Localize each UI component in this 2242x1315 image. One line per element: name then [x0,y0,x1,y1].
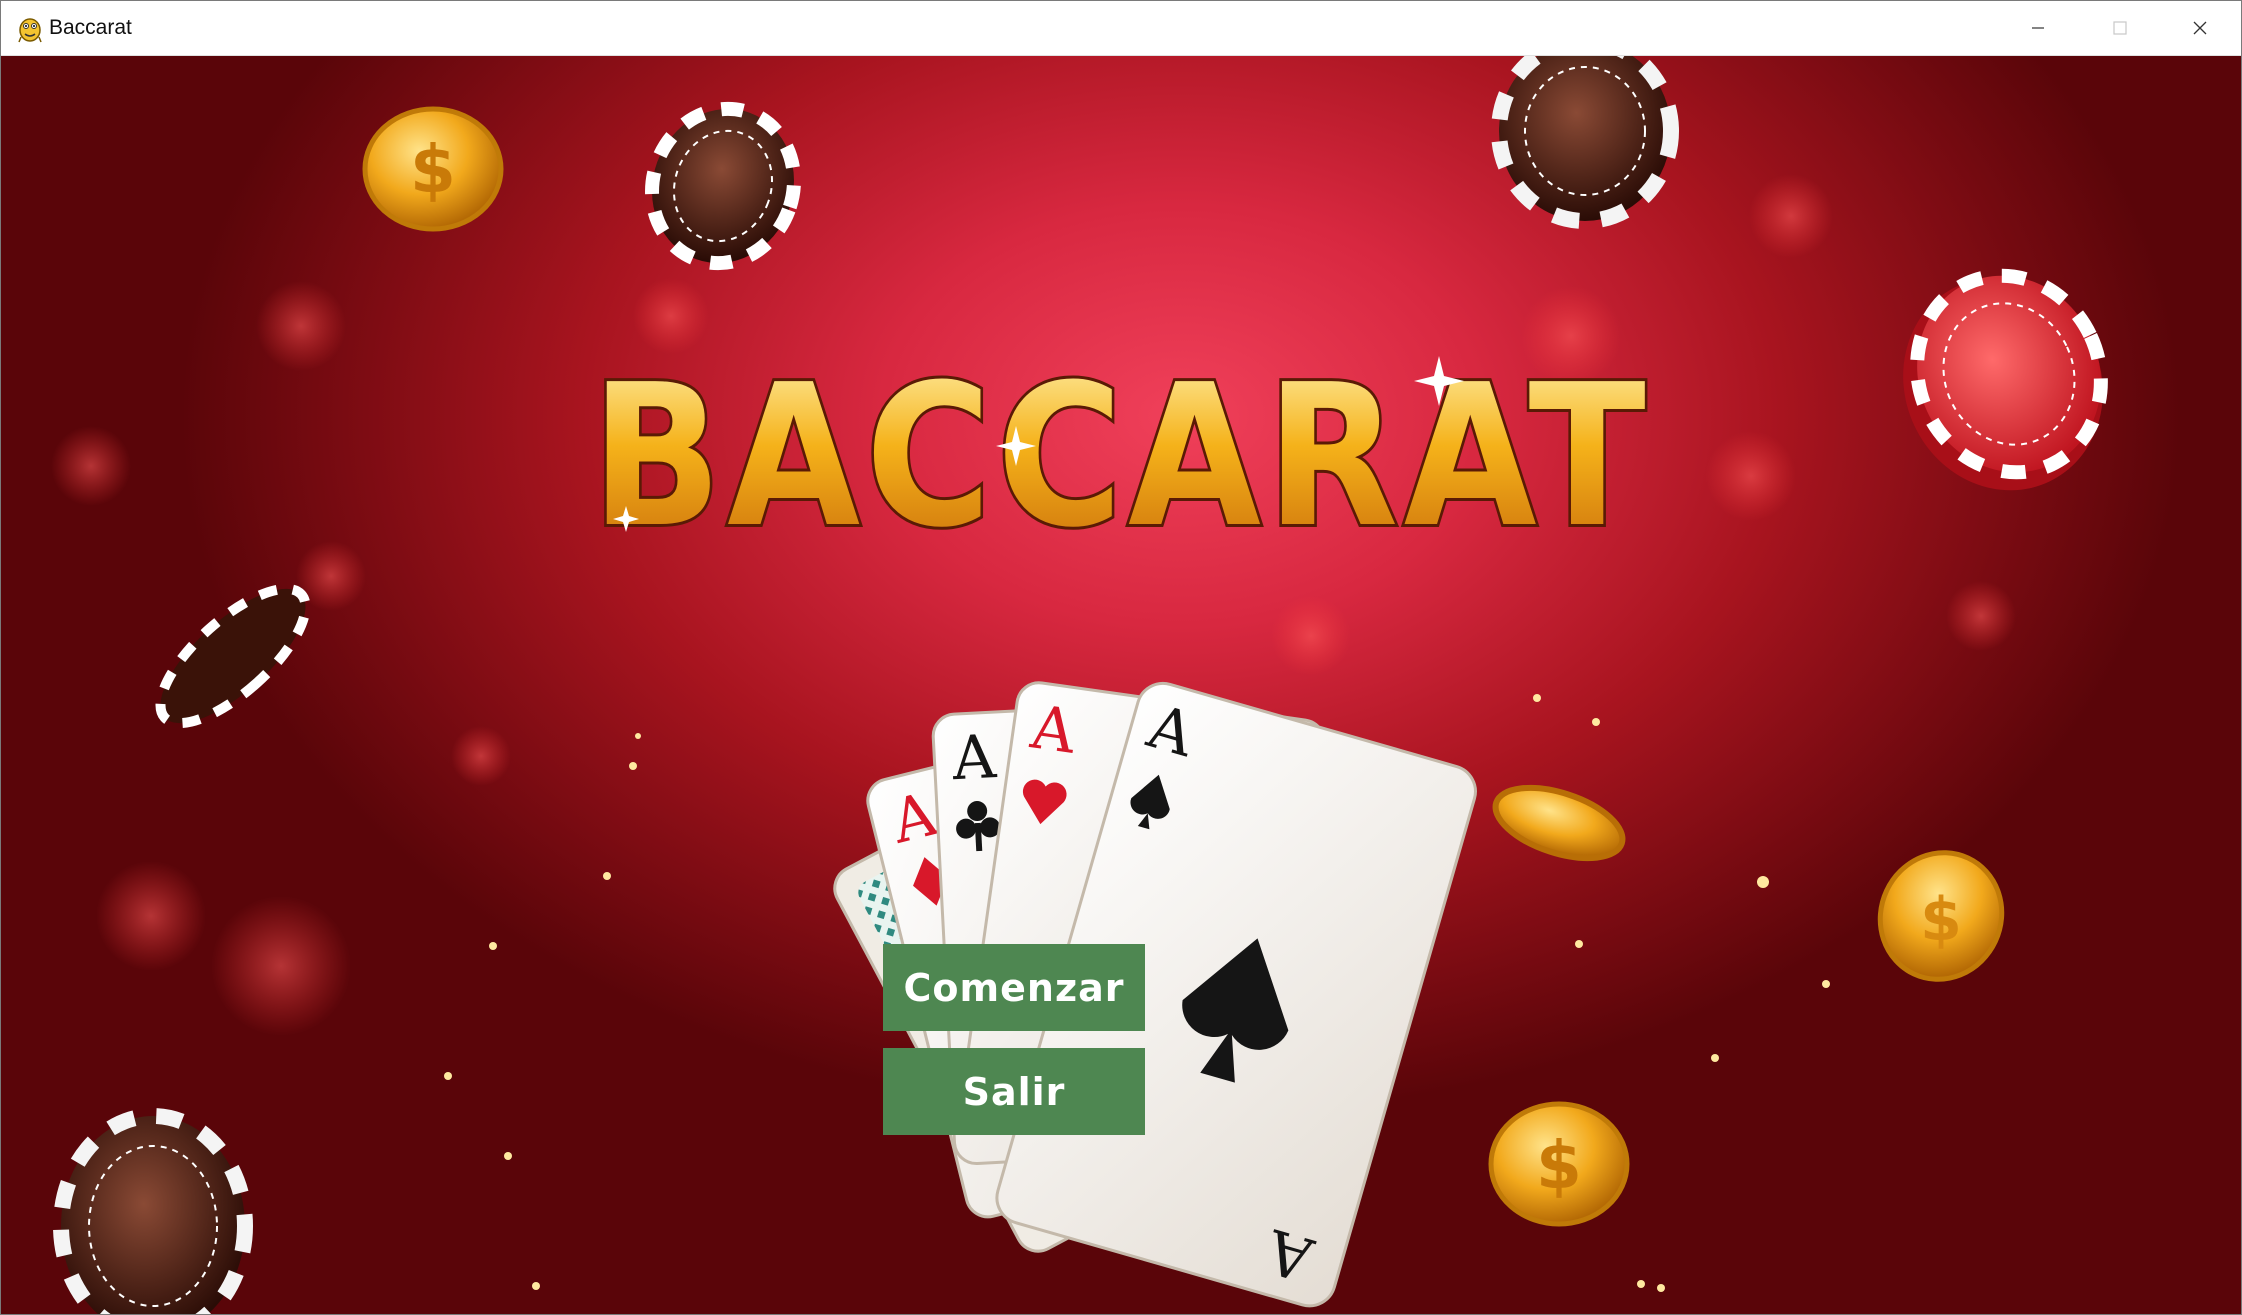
maximize-button[interactable] [2079,1,2161,55]
svg-text:$: $ [410,131,456,208]
title-bar[interactable]: Baccarat [1,1,2241,56]
maximize-icon [2113,21,2127,35]
game-canvas[interactable]: $ $ $ A A A A A BACCARAT Comenzar Salir [1,56,2241,1314]
game-title-text: BACCARAT [591,346,1651,546]
svg-text:A: A [950,722,999,794]
poker-chip [645,101,801,271]
start-button[interactable]: Comenzar [883,944,1145,1031]
close-button[interactable] [2159,1,2241,55]
svg-text:$: $ [1920,885,1962,955]
exit-button[interactable]: Salir [883,1048,1145,1135]
pygame-snake-icon [15,13,45,43]
gold-coin: $ [362,106,504,232]
minimize-icon [2032,27,2044,29]
minimize-button[interactable] [1997,1,2079,55]
gold-coin: $ [1488,1101,1630,1227]
svg-text:$: $ [1536,1127,1582,1204]
game-logo: BACCARAT [588,346,1651,546]
poker-chip [155,583,311,729]
game-window: Baccarat $ $ $ A A A A A BACCARAT Comenz… [0,0,2242,1315]
poker-chip [1903,268,2108,491]
gold-coin [1492,784,1626,862]
poker-chip [1491,56,1679,229]
gold-coin: $ [1877,850,2005,982]
poker-chip [53,1108,253,1314]
close-icon [2193,21,2207,35]
window-title: Baccarat [49,16,132,39]
